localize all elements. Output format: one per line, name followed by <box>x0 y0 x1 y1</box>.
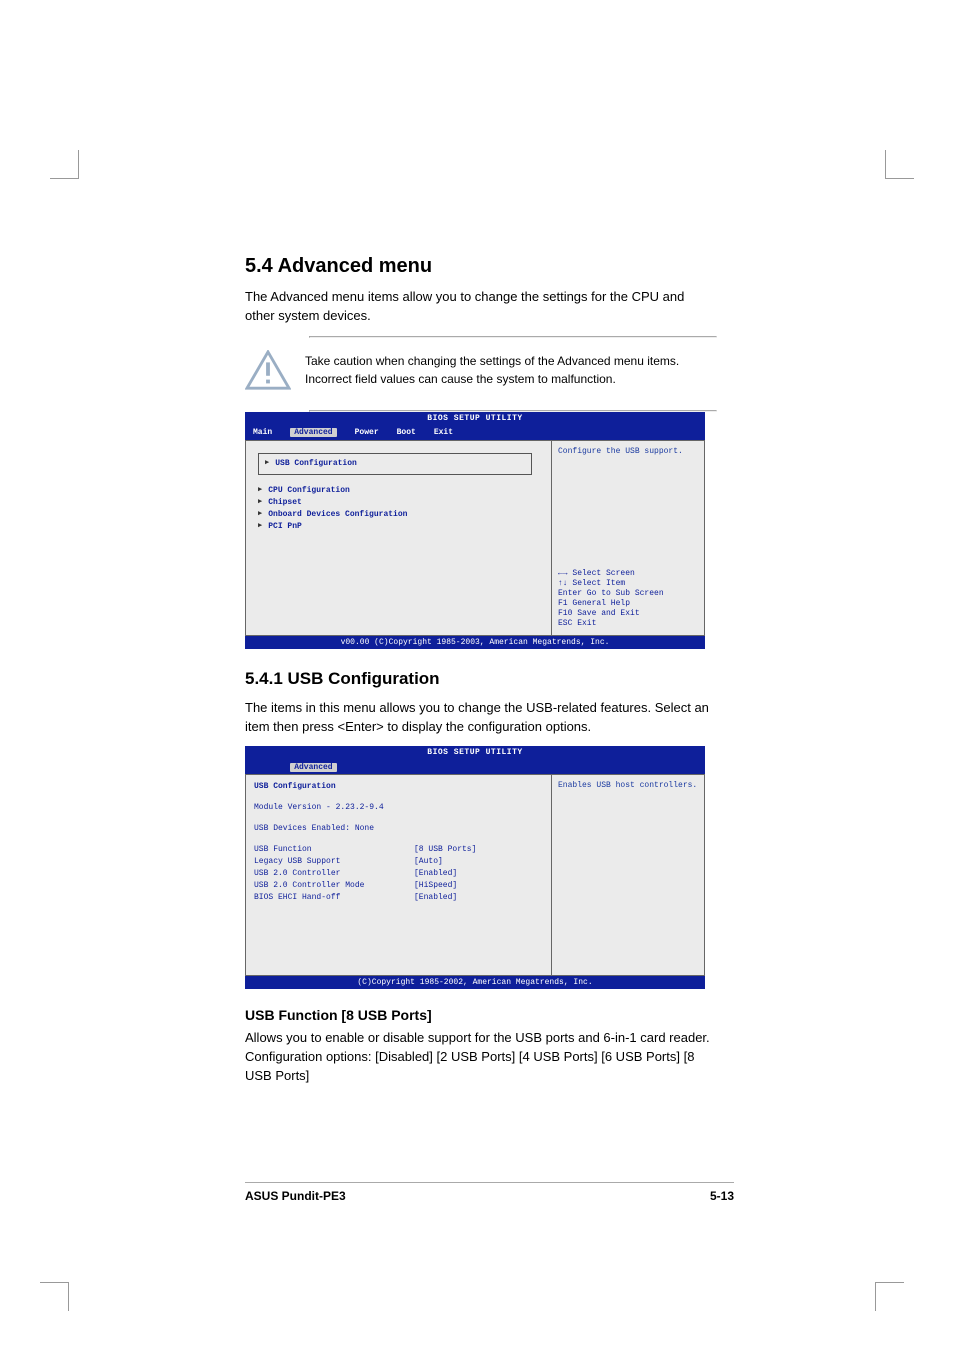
bios2-module-version: Module Version - 2.23.2-9.4 <box>254 802 543 815</box>
row-key: USB Function <box>254 844 414 856</box>
row-value: [HiSpeed] <box>414 880 457 892</box>
alert-triangle-icon <box>245 350 291 392</box>
bios2-help-text: Enables USB host controllers. <box>558 781 698 791</box>
triangle-right-icon: ▶ <box>258 521 262 532</box>
bios1-item-onboard[interactable]: ▶ Onboard Devices Configuration <box>258 509 539 521</box>
row-value: [Enabled] <box>414 892 457 904</box>
section-heading-5-4: 5.4 Advanced menu <box>245 255 715 278</box>
hint-f1: F1 General Help <box>558 599 698 609</box>
bios2-heading: USB Configuration <box>254 781 543 794</box>
section-heading-5-4-1: 5.4.1 USB Configuration <box>245 669 715 689</box>
tab-exit[interactable]: Exit <box>434 428 453 437</box>
bios1-help-text: Configure the USB support. <box>558 447 698 457</box>
caution-note: Take caution when changing the settings … <box>245 350 715 392</box>
tab-main[interactable]: Main <box>253 428 272 437</box>
usb-config-intro: The items in this menu allows you to cha… <box>245 699 715 737</box>
row-value: [Auto] <box>414 856 443 868</box>
tab-boot[interactable]: Boot <box>397 428 416 437</box>
tab-advanced[interactable]: Advanced <box>290 428 336 437</box>
bios1-item-chipset-label: Chipset <box>268 497 302 509</box>
advanced-menu-intro: The Advanced menu items allow you to cha… <box>245 288 715 326</box>
bios2-footer: (C)Copyright 1985-2002, American Megatre… <box>245 976 705 989</box>
bios1-key-hints: ←→ Select Screen ↑↓ Select Item Enter Go… <box>558 569 698 629</box>
crop-mark-tl <box>50 150 79 179</box>
hint-enter: Enter Go to Sub Screen <box>558 589 698 599</box>
caution-text: Take caution when changing the settings … <box>305 353 715 388</box>
row-key: Legacy USB Support <box>254 856 414 868</box>
bios1-title: BIOS SETUP UTILITY <box>245 412 705 426</box>
triangle-right-icon: ▶ <box>258 497 262 508</box>
bios-screenshot-2: BIOS SETUP UTILITY Main Advanced USB Con… <box>245 746 705 989</box>
tab-advanced-2[interactable]: Advanced <box>290 763 336 772</box>
triangle-right-icon: ▶ <box>265 458 269 469</box>
row-key: BIOS EHCI Hand-off <box>254 892 414 904</box>
hint-select-item: ↑↓ Select Item <box>558 579 698 589</box>
bios1-left-panel: ▶ USB Configuration ▶ CPU Configuration … <box>245 440 551 636</box>
bios1-tabs: Main Advanced Power Boot Exit <box>245 426 705 440</box>
bios1-item-usb[interactable]: ▶ USB Configuration <box>265 458 525 470</box>
bios2-row-legacy-usb[interactable]: Legacy USB Support [Auto] <box>254 856 543 868</box>
bios1-footer: v00.00 (C)Copyright 1985-2003, American … <box>245 636 705 649</box>
hint-select-screen: ←→ Select Screen <box>558 569 698 579</box>
bios1-right-panel: Configure the USB support. ←→ Select Scr… <box>551 440 705 636</box>
bios-screenshot-1: BIOS SETUP UTILITY Main Advanced Power B… <box>245 412 705 649</box>
triangle-right-icon: ▶ <box>258 485 262 496</box>
bios1-item-cpu-label: CPU Configuration <box>268 485 350 497</box>
bios2-row-usb20-mode[interactable]: USB 2.0 Controller Mode [HiSpeed] <box>254 880 543 892</box>
bios2-title: BIOS SETUP UTILITY <box>245 746 705 760</box>
row-key: USB 2.0 Controller Mode <box>254 880 414 892</box>
hint-esc: ESC Exit <box>558 619 698 629</box>
row-value: [Enabled] <box>414 868 457 880</box>
usb-function-desc: Allows you to enable or disable support … <box>245 1029 715 1086</box>
bios2-right-panel: Enables USB host controllers. <box>551 774 705 976</box>
tab-power[interactable]: Power <box>355 428 379 437</box>
heading-usb-function: USB Function [8 USB Ports] <box>245 1007 715 1023</box>
bios1-item-onboard-label: Onboard Devices Configuration <box>268 509 407 521</box>
bios1-item-chipset[interactable]: ▶ Chipset <box>258 497 539 509</box>
bios2-row-bios-ehci[interactable]: BIOS EHCI Hand-off [Enabled] <box>254 892 543 904</box>
bios2-left-panel: USB Configuration Module Version - 2.23.… <box>245 774 551 976</box>
row-key: USB 2.0 Controller <box>254 868 414 880</box>
bios2-tabs: Main Advanced <box>245 760 705 774</box>
triangle-right-icon: ▶ <box>258 509 262 520</box>
bios1-item-usb-label: USB Configuration <box>275 458 357 470</box>
bios2-devices-enabled: USB Devices Enabled: None <box>254 823 543 836</box>
hint-f10: F10 Save and Exit <box>558 609 698 619</box>
note-divider-top <box>309 336 717 338</box>
bios1-item-pci-label: PCI PnP <box>268 521 302 533</box>
bios1-item-pci[interactable]: ▶ PCI PnP <box>258 521 539 533</box>
row-value: [8 USB Ports] <box>414 844 476 856</box>
footer-page-number: 5-13 <box>710 1189 734 1203</box>
crop-mark-bl <box>40 1282 69 1311</box>
bios2-row-usb-function[interactable]: USB Function [8 USB Ports] <box>254 844 543 856</box>
crop-mark-tr <box>885 150 914 179</box>
bios2-row-usb20-controller[interactable]: USB 2.0 Controller [Enabled] <box>254 868 543 880</box>
bios1-item-cpu[interactable]: ▶ CPU Configuration <box>258 485 539 497</box>
crop-mark-br <box>875 1282 904 1311</box>
page-footer: ASUS Pundit-PE3 5-13 <box>245 1182 734 1203</box>
footer-product: ASUS Pundit-PE3 <box>245 1189 346 1203</box>
